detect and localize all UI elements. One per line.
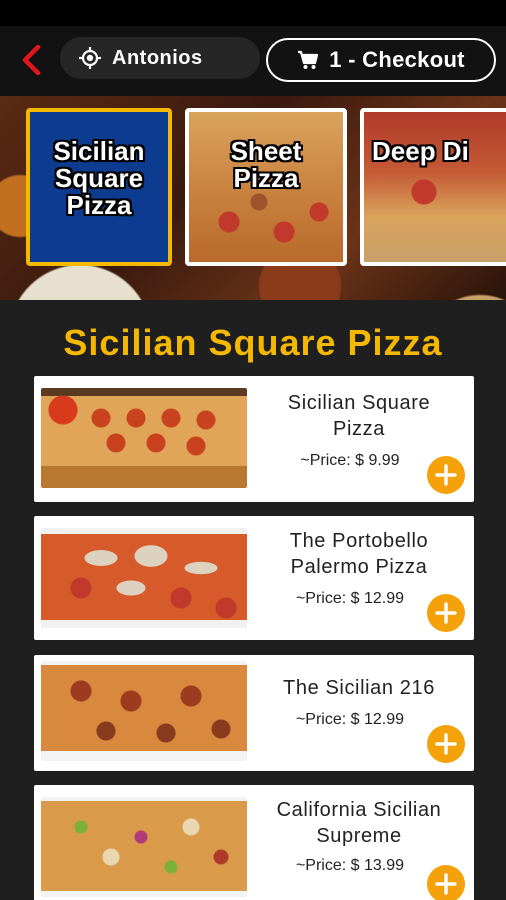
item-name: The Sicilian 216	[283, 677, 435, 699]
add-to-cart-button[interactable]	[427, 725, 465, 763]
pizza-image	[41, 797, 247, 897]
cart-icon	[298, 50, 319, 69]
location-label: Antonios	[112, 46, 203, 69]
back-arrow-icon	[22, 44, 41, 76]
category-tile-sheet-pizza[interactable]: Sheet Pizza	[185, 108, 347, 266]
pizza-image	[41, 661, 247, 761]
top-bar: Antonios 1 - Checkout	[0, 26, 506, 96]
menu-item-card[interactable]: California Sicilian Supreme ~Price: $ 13…	[34, 785, 474, 900]
menu-item-card[interactable]: The Sicilian 216 ~Price: $ 12.99	[34, 655, 474, 771]
menu-item-card[interactable]: The Portobello Palermo Pizza ~Price: $ 1…	[34, 516, 474, 640]
add-to-cart-button[interactable]	[427, 456, 465, 494]
plus-icon	[435, 464, 457, 486]
category-tile-deep-dish[interactable]: Deep Di	[360, 108, 506, 266]
item-name: Sicilian Square Pizza	[287, 392, 431, 440]
add-to-cart-button[interactable]	[427, 594, 465, 632]
location-target-icon	[79, 47, 101, 69]
pizza-image	[41, 528, 247, 628]
item-name: The Portobello Palermo Pizza	[289, 530, 429, 578]
plus-icon	[435, 602, 457, 624]
category-label: Deep Di	[372, 136, 469, 166]
item-price: ~Price: $ 12.99	[295, 590, 405, 607]
category-carousel[interactable]: Sicilian Square Pizza Sheet Pizza Deep D…	[0, 96, 506, 300]
category-label: Sheet Pizza	[230, 136, 302, 193]
location-selector[interactable]: Antonios	[60, 37, 260, 79]
checkout-button[interactable]: 1 - Checkout	[266, 38, 496, 82]
plus-icon	[435, 733, 457, 755]
plus-icon	[435, 873, 457, 895]
item-name: California Sicilian Supreme	[276, 799, 442, 847]
status-bar	[0, 0, 506, 26]
item-price: ~Price: $ 9.99	[300, 452, 400, 469]
add-to-cart-button[interactable]	[427, 865, 465, 900]
category-label: Sicilian Square Pizza	[53, 136, 145, 220]
back-button[interactable]	[14, 41, 48, 79]
menu-item-card[interactable]: Sicilian Square Pizza ~Price: $ 9.99	[34, 376, 474, 502]
checkout-label: 1 - Checkout	[329, 47, 465, 72]
item-price: ~Price: $ 13.99	[295, 857, 405, 874]
pizza-image	[41, 388, 247, 488]
item-price: ~Price: $ 12.99	[295, 711, 405, 728]
category-tile-sicilian-square-pizza[interactable]: Sicilian Square Pizza	[26, 108, 172, 266]
section-title: Sicilian Square Pizza	[63, 322, 443, 363]
